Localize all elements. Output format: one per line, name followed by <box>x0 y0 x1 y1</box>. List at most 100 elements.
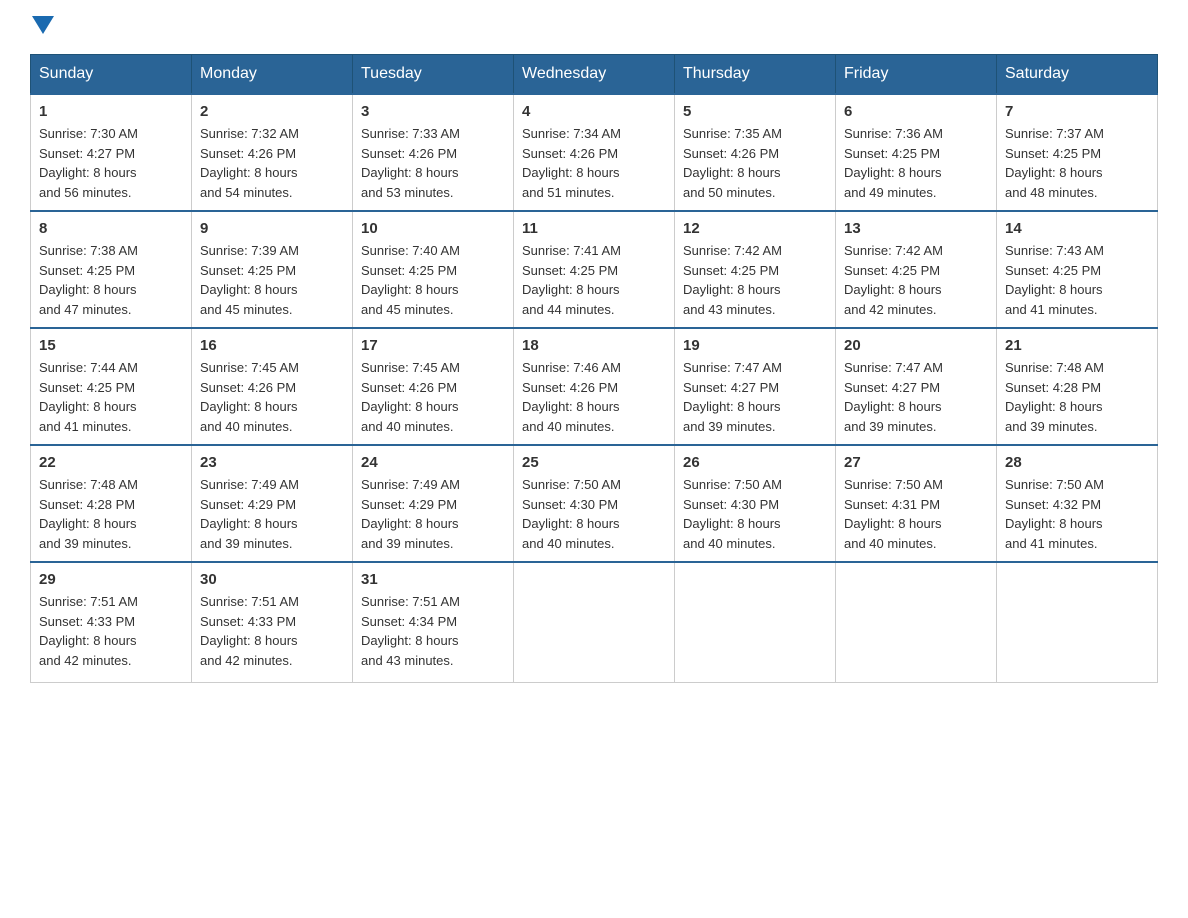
day-number: 1 <box>39 103 183 120</box>
day-cell <box>514 562 675 682</box>
day-info: Sunrise: 7:43 AM Sunset: 4:25 PM Dayligh… <box>1005 241 1149 319</box>
day-info: Sunrise: 7:45 AM Sunset: 4:26 PM Dayligh… <box>200 358 344 436</box>
day-number: 7 <box>1005 103 1149 120</box>
day-number: 15 <box>39 337 183 354</box>
day-cell: 25 Sunrise: 7:50 AM Sunset: 4:30 PM Dayl… <box>514 445 675 562</box>
day-cell: 31 Sunrise: 7:51 AM Sunset: 4:34 PM Dayl… <box>353 562 514 682</box>
day-cell: 11 Sunrise: 7:41 AM Sunset: 4:25 PM Dayl… <box>514 211 675 328</box>
col-header-monday: Monday <box>192 55 353 95</box>
calendar-header-row: SundayMondayTuesdayWednesdayThursdayFrid… <box>31 55 1158 95</box>
day-cell: 18 Sunrise: 7:46 AM Sunset: 4:26 PM Dayl… <box>514 328 675 445</box>
day-info: Sunrise: 7:33 AM Sunset: 4:26 PM Dayligh… <box>361 124 505 202</box>
week-row-2: 8 Sunrise: 7:38 AM Sunset: 4:25 PM Dayli… <box>31 211 1158 328</box>
col-header-thursday: Thursday <box>675 55 836 95</box>
day-info: Sunrise: 7:46 AM Sunset: 4:26 PM Dayligh… <box>522 358 666 436</box>
day-info: Sunrise: 7:35 AM Sunset: 4:26 PM Dayligh… <box>683 124 827 202</box>
day-cell: 28 Sunrise: 7:50 AM Sunset: 4:32 PM Dayl… <box>997 445 1158 562</box>
day-number: 29 <box>39 571 183 588</box>
day-cell: 2 Sunrise: 7:32 AM Sunset: 4:26 PM Dayli… <box>192 94 353 211</box>
day-cell: 13 Sunrise: 7:42 AM Sunset: 4:25 PM Dayl… <box>836 211 997 328</box>
week-row-5: 29 Sunrise: 7:51 AM Sunset: 4:33 PM Dayl… <box>31 562 1158 682</box>
day-number: 16 <box>200 337 344 354</box>
day-info: Sunrise: 7:51 AM Sunset: 4:34 PM Dayligh… <box>361 592 505 670</box>
week-row-3: 15 Sunrise: 7:44 AM Sunset: 4:25 PM Dayl… <box>31 328 1158 445</box>
day-number: 24 <box>361 454 505 471</box>
day-cell: 3 Sunrise: 7:33 AM Sunset: 4:26 PM Dayli… <box>353 94 514 211</box>
day-info: Sunrise: 7:36 AM Sunset: 4:25 PM Dayligh… <box>844 124 988 202</box>
col-header-wednesday: Wednesday <box>514 55 675 95</box>
day-info: Sunrise: 7:47 AM Sunset: 4:27 PM Dayligh… <box>683 358 827 436</box>
col-header-friday: Friday <box>836 55 997 95</box>
day-cell: 9 Sunrise: 7:39 AM Sunset: 4:25 PM Dayli… <box>192 211 353 328</box>
day-cell: 1 Sunrise: 7:30 AM Sunset: 4:27 PM Dayli… <box>31 94 192 211</box>
day-info: Sunrise: 7:50 AM Sunset: 4:31 PM Dayligh… <box>844 475 988 553</box>
day-info: Sunrise: 7:50 AM Sunset: 4:32 PM Dayligh… <box>1005 475 1149 553</box>
day-number: 4 <box>522 103 666 120</box>
day-number: 22 <box>39 454 183 471</box>
day-cell: 27 Sunrise: 7:50 AM Sunset: 4:31 PM Dayl… <box>836 445 997 562</box>
day-cell: 6 Sunrise: 7:36 AM Sunset: 4:25 PM Dayli… <box>836 94 997 211</box>
day-cell: 30 Sunrise: 7:51 AM Sunset: 4:33 PM Dayl… <box>192 562 353 682</box>
day-info: Sunrise: 7:49 AM Sunset: 4:29 PM Dayligh… <box>200 475 344 553</box>
day-number: 25 <box>522 454 666 471</box>
logo-arrow-icon <box>32 16 54 38</box>
day-info: Sunrise: 7:32 AM Sunset: 4:26 PM Dayligh… <box>200 124 344 202</box>
day-cell: 7 Sunrise: 7:37 AM Sunset: 4:25 PM Dayli… <box>997 94 1158 211</box>
day-cell: 5 Sunrise: 7:35 AM Sunset: 4:26 PM Dayli… <box>675 94 836 211</box>
day-number: 11 <box>522 220 666 237</box>
calendar-table: SundayMondayTuesdayWednesdayThursdayFrid… <box>30 54 1158 683</box>
day-number: 18 <box>522 337 666 354</box>
day-number: 26 <box>683 454 827 471</box>
page-header <box>30 20 1158 34</box>
day-info: Sunrise: 7:44 AM Sunset: 4:25 PM Dayligh… <box>39 358 183 436</box>
day-cell: 10 Sunrise: 7:40 AM Sunset: 4:25 PM Dayl… <box>353 211 514 328</box>
day-number: 31 <box>361 571 505 588</box>
day-info: Sunrise: 7:49 AM Sunset: 4:29 PM Dayligh… <box>361 475 505 553</box>
day-number: 19 <box>683 337 827 354</box>
day-number: 12 <box>683 220 827 237</box>
day-cell <box>997 562 1158 682</box>
day-info: Sunrise: 7:47 AM Sunset: 4:27 PM Dayligh… <box>844 358 988 436</box>
day-cell: 21 Sunrise: 7:48 AM Sunset: 4:28 PM Dayl… <box>997 328 1158 445</box>
day-info: Sunrise: 7:30 AM Sunset: 4:27 PM Dayligh… <box>39 124 183 202</box>
week-row-1: 1 Sunrise: 7:30 AM Sunset: 4:27 PM Dayli… <box>31 94 1158 211</box>
day-number: 13 <box>844 220 988 237</box>
col-header-saturday: Saturday <box>997 55 1158 95</box>
day-cell: 14 Sunrise: 7:43 AM Sunset: 4:25 PM Dayl… <box>997 211 1158 328</box>
day-info: Sunrise: 7:40 AM Sunset: 4:25 PM Dayligh… <box>361 241 505 319</box>
day-number: 27 <box>844 454 988 471</box>
day-info: Sunrise: 7:39 AM Sunset: 4:25 PM Dayligh… <box>200 241 344 319</box>
day-info: Sunrise: 7:45 AM Sunset: 4:26 PM Dayligh… <box>361 358 505 436</box>
day-number: 23 <box>200 454 344 471</box>
day-info: Sunrise: 7:34 AM Sunset: 4:26 PM Dayligh… <box>522 124 666 202</box>
day-cell: 23 Sunrise: 7:49 AM Sunset: 4:29 PM Dayl… <box>192 445 353 562</box>
day-number: 2 <box>200 103 344 120</box>
day-info: Sunrise: 7:50 AM Sunset: 4:30 PM Dayligh… <box>683 475 827 553</box>
day-cell: 12 Sunrise: 7:42 AM Sunset: 4:25 PM Dayl… <box>675 211 836 328</box>
day-info: Sunrise: 7:38 AM Sunset: 4:25 PM Dayligh… <box>39 241 183 319</box>
day-cell: 19 Sunrise: 7:47 AM Sunset: 4:27 PM Dayl… <box>675 328 836 445</box>
day-cell: 4 Sunrise: 7:34 AM Sunset: 4:26 PM Dayli… <box>514 94 675 211</box>
day-info: Sunrise: 7:42 AM Sunset: 4:25 PM Dayligh… <box>683 241 827 319</box>
week-row-4: 22 Sunrise: 7:48 AM Sunset: 4:28 PM Dayl… <box>31 445 1158 562</box>
day-number: 17 <box>361 337 505 354</box>
day-cell: 17 Sunrise: 7:45 AM Sunset: 4:26 PM Dayl… <box>353 328 514 445</box>
day-cell: 22 Sunrise: 7:48 AM Sunset: 4:28 PM Dayl… <box>31 445 192 562</box>
day-info: Sunrise: 7:48 AM Sunset: 4:28 PM Dayligh… <box>39 475 183 553</box>
day-info: Sunrise: 7:51 AM Sunset: 4:33 PM Dayligh… <box>200 592 344 670</box>
day-number: 3 <box>361 103 505 120</box>
col-header-sunday: Sunday <box>31 55 192 95</box>
day-cell <box>675 562 836 682</box>
day-number: 20 <box>844 337 988 354</box>
day-number: 10 <box>361 220 505 237</box>
day-number: 30 <box>200 571 344 588</box>
day-info: Sunrise: 7:41 AM Sunset: 4:25 PM Dayligh… <box>522 241 666 319</box>
day-cell: 8 Sunrise: 7:38 AM Sunset: 4:25 PM Dayli… <box>31 211 192 328</box>
day-cell <box>836 562 997 682</box>
day-number: 28 <box>1005 454 1149 471</box>
day-info: Sunrise: 7:48 AM Sunset: 4:28 PM Dayligh… <box>1005 358 1149 436</box>
col-header-tuesday: Tuesday <box>353 55 514 95</box>
logo <box>30 20 54 34</box>
day-info: Sunrise: 7:42 AM Sunset: 4:25 PM Dayligh… <box>844 241 988 319</box>
day-info: Sunrise: 7:51 AM Sunset: 4:33 PM Dayligh… <box>39 592 183 670</box>
